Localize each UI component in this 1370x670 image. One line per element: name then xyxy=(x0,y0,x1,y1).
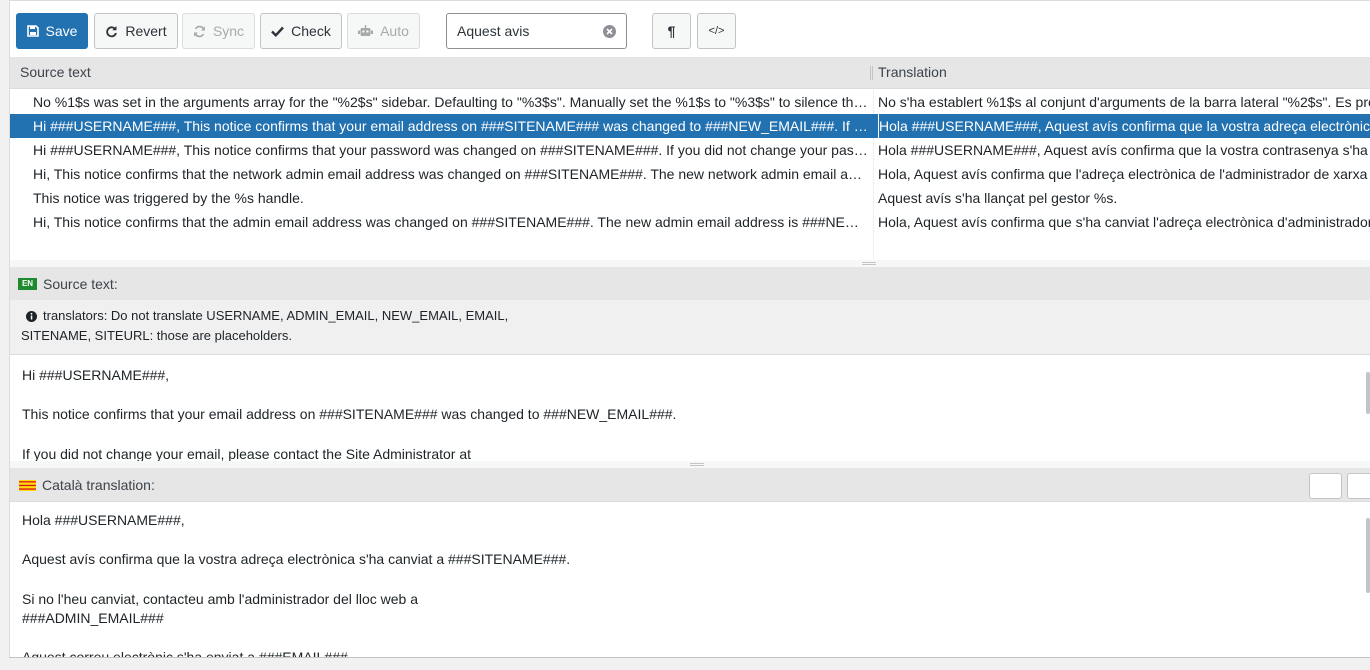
translation-line: Aquest avís confirma que la vostra adreç… xyxy=(22,551,571,567)
row-translation-text: Hola, Aquest avís confirma que s'ha canv… xyxy=(878,214,1370,230)
info-icon xyxy=(26,311,37,322)
translation-editor: Save Revert Sync Check Auto ¶ </> xyxy=(9,0,1370,658)
catalan-flag-icon xyxy=(19,480,36,491)
table-row[interactable]: Hi, This notice confirms that the networ… xyxy=(10,162,1370,186)
invisibles-toggle-button[interactable]: ¶ xyxy=(652,13,691,49)
save-label: Save xyxy=(45,23,78,39)
english-flag-icon: EN xyxy=(18,278,37,290)
translation-line: Aquest correu electrònic s'ha enviat a #… xyxy=(22,649,348,658)
table-row-selected[interactable]: Hi ###USERNAME###, This notice confirms … xyxy=(10,114,1370,138)
row-translation-text: Hola ###USERNAME###, Aquest avís confirm… xyxy=(878,142,1370,158)
row-translation-text: Hola, Aquest avís confirma que l'adreça … xyxy=(878,166,1370,182)
check-button[interactable]: Check xyxy=(260,13,342,49)
translation-line: Hola ###USERNAME###, xyxy=(22,512,185,528)
sync-label: Sync xyxy=(212,23,245,39)
translator-comment: translators: Do not translate USERNAME, … xyxy=(10,300,1370,355)
translation-scrollbar[interactable] xyxy=(1366,518,1370,593)
messages-table-header: Source text Translation xyxy=(10,57,1370,89)
row-source-text: Hi, This notice confirms that the admin … xyxy=(33,214,869,230)
comment-line: translators: Do not translate USERNAME, … xyxy=(43,308,509,323)
comment-line: SITENAME, SITEURL: those are placeholder… xyxy=(21,328,292,343)
revert-label: Revert xyxy=(125,23,167,39)
revert-button[interactable]: Revert xyxy=(94,13,178,49)
row-source-text: Hi ###USERNAME###, This notice confirms … xyxy=(33,142,869,158)
row-translation-text: No s'ha establert %1$s al conjunt d'argu… xyxy=(878,94,1370,110)
pane-action-button[interactable] xyxy=(1347,473,1370,499)
row-translation-text: Hola ###USERNAME###, Aquest avís confirm… xyxy=(878,114,1370,138)
splitter-grip[interactable] xyxy=(690,463,704,466)
check-icon xyxy=(271,26,285,37)
row-source-text: Hi ###USERNAME###, This notice confirms … xyxy=(33,118,869,134)
code-view-toggle-button[interactable]: </> xyxy=(697,13,736,49)
save-button[interactable]: Save xyxy=(16,13,88,49)
translation-line: ###ADMIN_EMAIL### xyxy=(22,610,164,626)
save-icon xyxy=(26,25,39,37)
sync-icon xyxy=(193,25,205,37)
splitter-grip[interactable] xyxy=(862,262,876,265)
sync-button[interactable]: Sync xyxy=(182,13,255,49)
row-source-text: Hi, This notice confirms that the networ… xyxy=(33,166,869,182)
column-resize-handle[interactable] xyxy=(870,66,873,80)
source-line: Hi ###USERNAME###, xyxy=(22,367,170,383)
filter-search xyxy=(446,13,627,49)
source-pane-title: Source text: xyxy=(43,276,118,292)
source-scrollbar[interactable] xyxy=(1366,372,1370,414)
code-icon: </> xyxy=(708,25,725,37)
table-row[interactable]: This notice was triggered by the %s hand… xyxy=(10,186,1370,210)
pane-action-button[interactable] xyxy=(1309,473,1342,499)
robot-icon xyxy=(358,24,374,36)
pane-splitter[interactable] xyxy=(10,461,1370,468)
table-row[interactable]: Hi ###USERNAME###, This notice confirms … xyxy=(10,138,1370,162)
table-row[interactable]: Hi, This notice confirms that the admin … xyxy=(10,210,1370,234)
auto-translate-button[interactable]: Auto xyxy=(347,13,420,49)
table-row[interactable]: No %1$s was set in the arguments array f… xyxy=(10,90,1370,114)
auto-label: Auto xyxy=(380,23,409,39)
translation-pane-title: Català translation: xyxy=(42,477,155,493)
filter-search-input[interactable] xyxy=(448,15,598,47)
check-label: Check xyxy=(291,23,331,39)
translation-column-header[interactable]: Translation xyxy=(878,57,947,89)
row-source-text: This notice was triggered by the %s hand… xyxy=(33,190,304,206)
pane-splitter[interactable] xyxy=(10,260,1370,267)
source-text-view[interactable]: Hi ###USERNAME###, This notice confirms … xyxy=(10,356,1370,461)
row-translation-text: Aquest avís s'ha llançat pel gestor %s. xyxy=(878,190,1118,206)
toolbar: Save Revert Sync Check Auto ¶ </> xyxy=(10,0,1370,57)
translation-pane-header: Català translation: xyxy=(10,468,1370,502)
source-column-header[interactable]: Source text xyxy=(20,57,91,89)
pilcrow-icon: ¶ xyxy=(667,23,676,39)
source-line: This notice confirms that your email add… xyxy=(22,406,677,422)
clear-icon[interactable] xyxy=(603,25,616,38)
messages-table: No %1$s was set in the arguments array f… xyxy=(10,90,1370,260)
source-pane-header: EN Source text: xyxy=(10,267,1370,301)
translation-text-editor[interactable]: Hola ###USERNAME###, Aquest avís confirm… xyxy=(10,502,1370,658)
row-source-text: No %1$s was set in the arguments array f… xyxy=(33,94,869,110)
revert-icon xyxy=(106,25,118,37)
translation-line: Si no l'heu canviat, contacteu amb l'adm… xyxy=(22,591,419,607)
source-line: If you did not change your email, please… xyxy=(22,446,472,461)
